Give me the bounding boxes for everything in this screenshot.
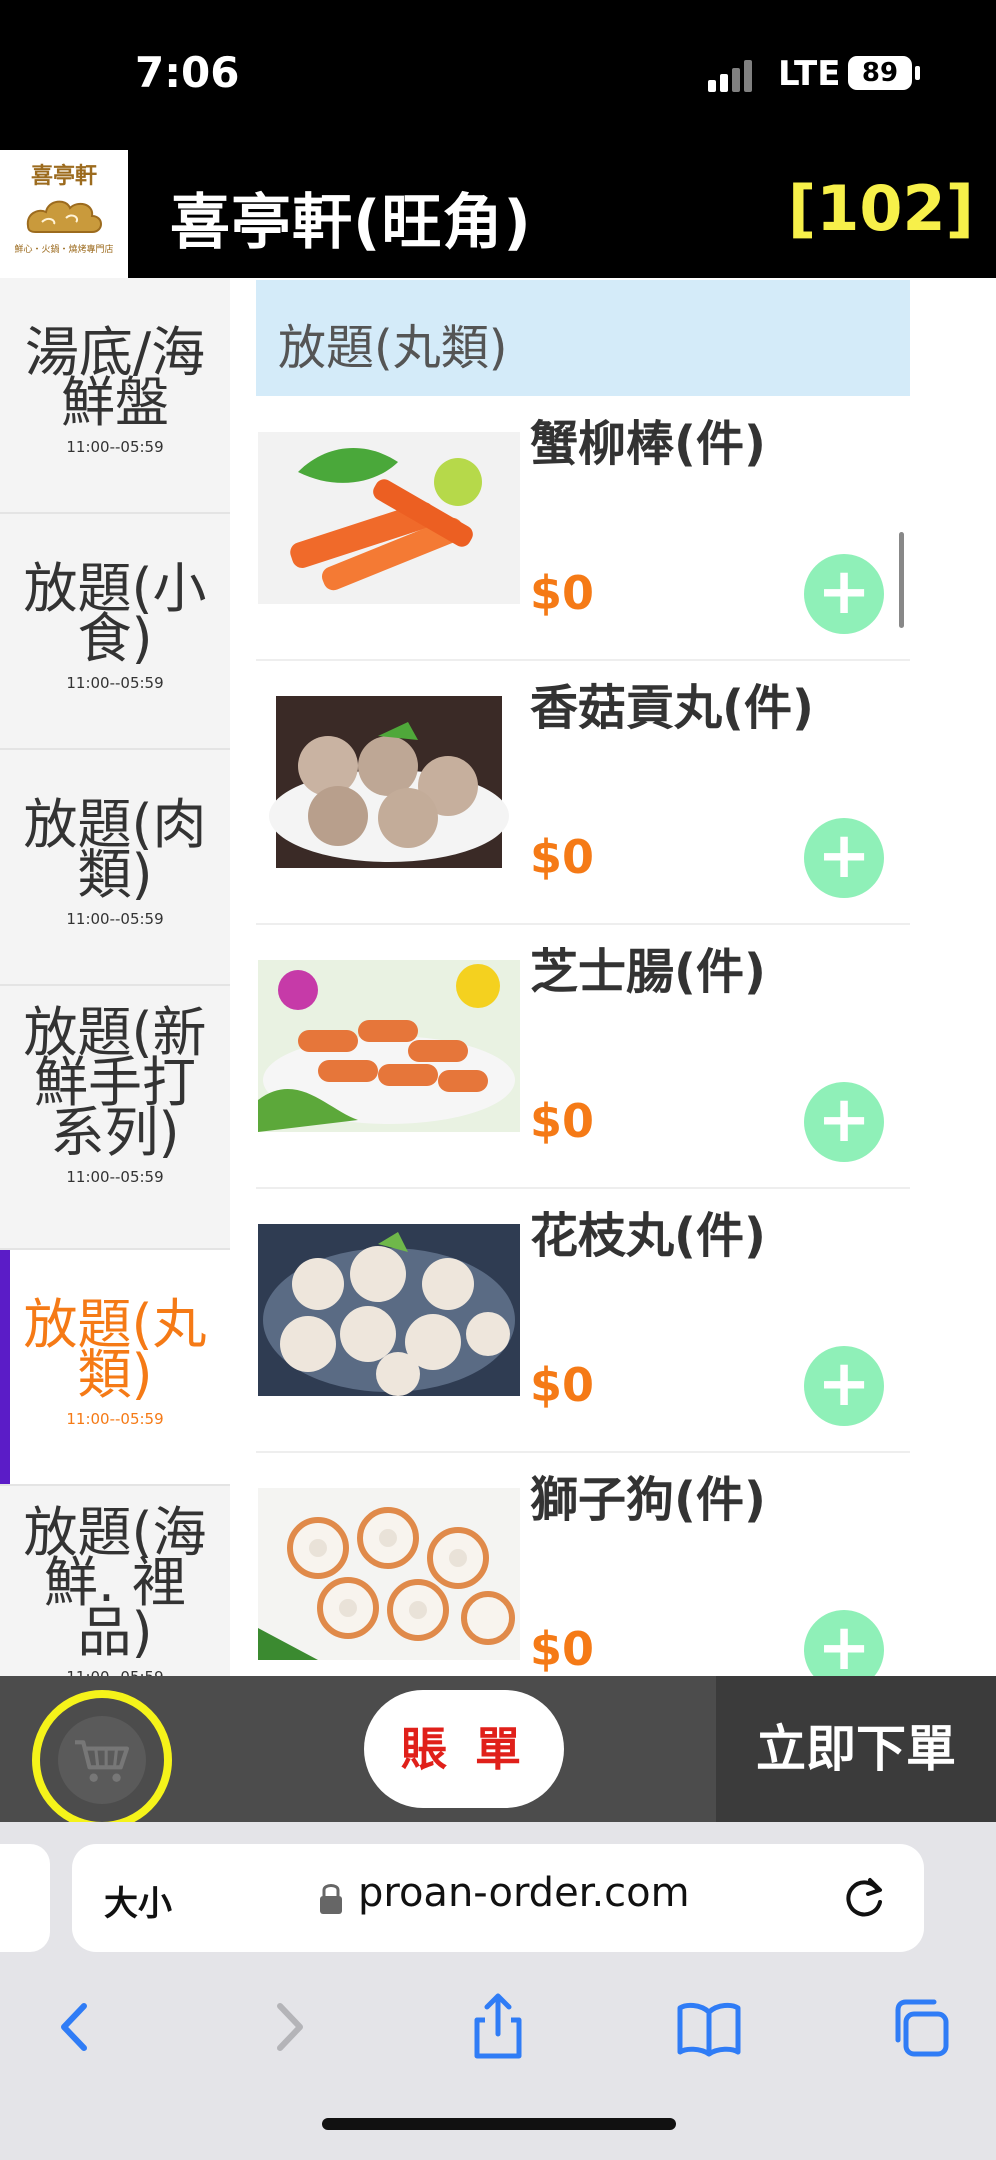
item-price: $0 [530,1358,595,1412]
share-icon[interactable] [463,1992,533,2062]
category-label: 放題(海鮮. 裡品) [23,1501,207,1664]
category-label: 放題(新鮮手打系列) [23,1001,207,1164]
active-indicator [0,1250,10,1484]
place-order-button[interactable]: 立即下單 [716,1676,996,1822]
battery-icon: 89 [848,56,912,90]
cart-button[interactable] [32,1690,172,1830]
menu-item: 芝士腸(件) $0 + [256,924,910,1189]
logo-title: 喜亭軒 [30,163,97,189]
url-text: proan-order.com [358,1870,690,1916]
category-snacks[interactable]: 放題(小食) 11:00--05:59 [0,514,230,750]
status-bar: 7:06 LTE 89 [0,0,996,150]
category-label: 放題(肉類) [23,793,207,906]
category-label: 放題(丸類) [23,1293,207,1406]
menu-item-list: 蟹柳棒(件) $0 + 香菇貢丸(件) $0 + 芝士腸(件) $0 + 花枝丸… [256,396,910,1676]
browser-chrome: 大小 proan-order.com [0,1822,996,2160]
forward-icon[interactable] [254,1992,324,2062]
menu-item: 香菇貢丸(件) $0 + [256,660,910,925]
item-price: $0 [530,830,595,884]
category-hours: 11:00--05:59 [66,438,164,456]
add-to-cart-button[interactable]: + [804,1082,884,1162]
battery-tip [915,66,920,80]
logo-subtitle: 鮮心・火鍋・燒烤專門店 [14,245,114,255]
add-to-cart-button[interactable]: + [804,554,884,634]
section-header: 放題(丸類) [256,280,910,396]
bottom-action-bar: 賬 單 立即下單 [0,1676,996,1830]
text-size-button[interactable]: 大小 [104,1876,172,1925]
item-name: 芝士腸(件) [530,944,766,1000]
fish-roll-image [258,1488,520,1660]
status-time: 7:06 [135,48,240,97]
back-icon[interactable] [40,1992,110,2062]
add-to-cart-button[interactable]: + [804,1610,884,1676]
crab-stick-image [258,432,520,604]
reload-icon[interactable] [840,1872,890,1922]
category-label: 湯底/海鮮盤 [24,321,206,434]
item-price: $0 [530,1094,595,1148]
item-name: 香菇貢丸(件) [530,680,814,736]
cheese-sausage-image [258,960,520,1132]
category-hours: 11:00--05:59 [66,1168,164,1186]
category-label: 放題(小食) [23,557,207,670]
category-sidebar: 湯底/海鮮盤 11:00--05:59 放題(小食) 11:00--05:59 … [0,278,230,1676]
menu-item: 獅子狗(件) $0 + [256,1452,910,1676]
tabs-icon[interactable] [886,1992,956,2062]
add-to-cart-button[interactable]: + [804,1346,884,1426]
menu-item: 蟹柳棒(件) $0 + [256,396,910,661]
category-meat[interactable]: 放題(肉類) 11:00--05:59 [0,750,230,986]
bill-button[interactable]: 賬 單 [364,1690,564,1808]
category-hours: 11:00--05:59 [66,674,164,692]
cloud-logo-icon [26,200,102,233]
lock-icon [320,1884,342,1914]
section-title: 放題(丸類) [278,320,508,376]
previous-tab-preview[interactable] [0,1844,50,1952]
cuttlefish-ball-image [258,1224,520,1396]
category-handmade[interactable]: 放題(新鮮手打系列) 11:00--05:59 [0,986,230,1250]
category-hours: 11:00--05:59 [0,1668,230,1676]
cart-button-bg [58,1716,146,1804]
category-hours: 11:00--05:59 [66,910,164,928]
item-price: $0 [530,1622,595,1676]
app-header: 喜亭軒 鮮心・火鍋・燒烤專門店 喜亭軒(旺角) [102] [0,150,996,278]
item-name: 獅子狗(件) [530,1472,766,1528]
store-name: 喜亭軒(旺角) [170,188,532,258]
table-number: [102] [787,172,974,245]
bookmarks-icon[interactable] [674,1992,744,2062]
store-logo: 喜亭軒 鮮心・火鍋・燒烤專門店 [0,150,128,278]
item-name: 蟹柳棒(件) [530,416,766,472]
add-to-cart-button[interactable]: + [804,818,884,898]
category-soup-seafood[interactable]: 湯底/海鮮盤 11:00--05:59 [0,278,230,514]
home-indicator[interactable] [322,2118,676,2130]
address-bar[interactable]: 大小 proan-order.com [72,1844,924,1952]
item-price: $0 [530,566,595,620]
scroll-indicator[interactable] [899,532,904,628]
cart-icon [74,1740,130,1782]
mushroom-meatball-image [258,696,520,868]
item-name: 花枝丸(件) [530,1208,766,1264]
category-hours: 11:00--05:59 [66,1410,164,1428]
network-label: LTE [778,54,841,94]
signal-icon [708,58,758,92]
category-seafood[interactable]: 放題(海鮮. 裡品) 11:00--05:59 [0,1486,230,1677]
category-balls[interactable]: 放題(丸類) 11:00--05:59 [0,1250,230,1486]
menu-item: 花枝丸(件) $0 + [256,1188,910,1453]
